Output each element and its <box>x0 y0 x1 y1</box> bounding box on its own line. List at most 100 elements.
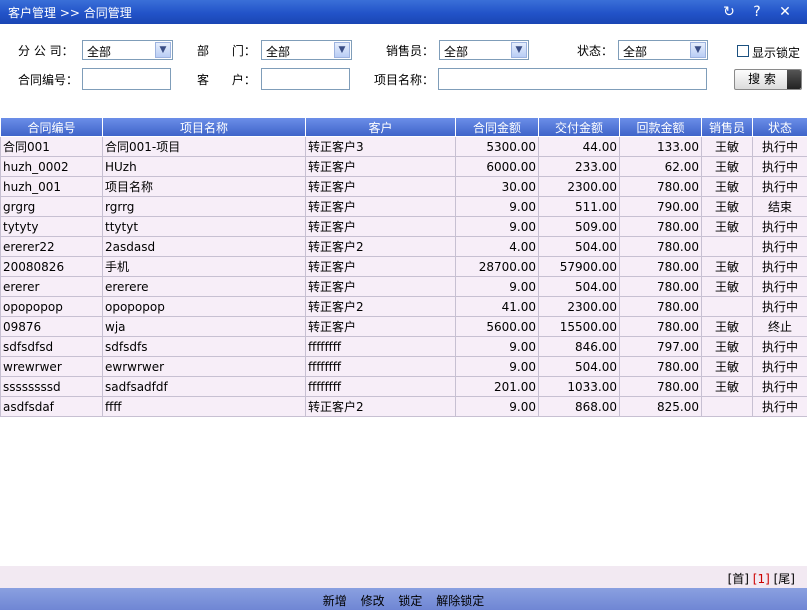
table-cell: 511.00 <box>538 196 620 217</box>
table-cell: 王敏 <box>701 276 753 297</box>
table-row[interactable]: ererer ererere 转正客户 9.00 504.00 780.00 王敏 执行中 <box>0 276 807 297</box>
table-cell: ssssssssd <box>0 376 103 397</box>
table-cell: 1033.00 <box>538 376 620 397</box>
first-page-link[interactable]: [首] <box>728 572 749 586</box>
table-cell: huzh_001 <box>0 176 103 197</box>
column-header[interactable]: 状态 <box>752 118 807 137</box>
table-row[interactable]: ererer22 2asdasd 转正客户2 4.00 504.00 780.00 执行中 <box>0 236 807 257</box>
table-cell: 5600.00 <box>455 316 539 337</box>
table-cell: ffff <box>102 396 306 417</box>
table-cell: 合同001 <box>0 136 103 157</box>
table-cell: 846.00 <box>538 336 620 357</box>
table-row[interactable]: wrewrwer ewrwrwer ffffffff 9.00 504.00 780.00… <box>0 356 807 377</box>
table-cell: 233.00 <box>538 156 620 177</box>
table-cell: 780.00 <box>619 276 702 297</box>
table-cell: 执行中 <box>752 236 807 257</box>
column-header[interactable]: 项目名称 <box>102 118 306 137</box>
dept-select[interactable]: 全部 ▼ <box>261 40 352 60</box>
column-header[interactable]: 回款金额 <box>619 118 702 137</box>
column-header[interactable]: 客户 <box>305 118 456 137</box>
project-name-input[interactable] <box>438 68 707 90</box>
table-cell: 执行中 <box>752 356 807 377</box>
status-select[interactable]: 全部 ▼ <box>618 40 708 60</box>
button-edge <box>787 70 801 89</box>
customer-input[interactable] <box>261 68 350 90</box>
table-cell: sdfsdfsd <box>0 336 103 357</box>
table-cell: 转正客户2 <box>305 236 456 257</box>
table-cell: 执行中 <box>752 176 807 197</box>
table-cell: 780.00 <box>619 296 702 317</box>
table-row[interactable]: grgrg rgrrg 转正客户 9.00 511.00 790.00 王敏 结束 <box>0 196 807 217</box>
table-row[interactable]: tytyty ttytyt 转正客户 9.00 509.00 780.00 王敏 执行中 <box>0 216 807 237</box>
lock-button[interactable]: 锁定 <box>398 594 422 608</box>
table-cell: 转正客户 <box>305 256 456 277</box>
customer-label: 客 户： <box>197 73 256 87</box>
table-row[interactable]: 20080826 手机 转正客户 28700.00 57900.00 780.00 王敏 执行… <box>0 256 807 277</box>
table-cell: 44.00 <box>538 136 620 157</box>
search-button[interactable]: 搜 索 <box>734 69 802 90</box>
table-row[interactable]: 09876 wja 转正客户 5600.00 15500.00 780.00 王敏 终止 <box>0 316 807 337</box>
column-header[interactable]: 交付金额 <box>538 118 620 137</box>
table-cell: 780.00 <box>619 236 702 257</box>
table-cell: 转正客户 <box>305 216 456 237</box>
table-cell: sdfsdfs <box>102 336 306 357</box>
table-cell: 转正客户3 <box>305 136 456 157</box>
table-cell: sadfsadfdf <box>102 376 306 397</box>
table-cell: opopopop <box>0 296 103 317</box>
table-cell: 2300.00 <box>538 296 620 317</box>
salesperson-select[interactable]: 全部 ▼ <box>439 40 529 60</box>
table-row[interactable]: ssssssssd sadfsadfdf ffffffff 201.00 1033.00… <box>0 376 807 397</box>
branch-select[interactable]: 全部 ▼ <box>82 40 173 60</box>
column-header[interactable]: 合同金额 <box>455 118 539 137</box>
table-cell: 15500.00 <box>538 316 620 337</box>
status-label: 状态： <box>577 44 614 58</box>
table-cell: 41.00 <box>455 296 539 317</box>
table-cell: 509.00 <box>538 216 620 237</box>
table-row[interactable]: 合同001 合同001-项目 转正客户3 5300.00 44.00 133.00 王敏 执行… <box>0 136 807 157</box>
table-row[interactable]: sdfsdfsd sdfsdfs ffffffff 9.00 846.00 797.00 王… <box>0 336 807 357</box>
table-cell: 780.00 <box>619 176 702 197</box>
last-page-link[interactable]: [尾] <box>774 572 795 586</box>
table-row[interactable]: huzh_0002 HUzh 转正客户 6000.00 233.00 62.00 王敏 执行中 <box>0 156 807 177</box>
contract-no-input[interactable] <box>82 68 171 90</box>
table-cell: 结束 <box>752 196 807 217</box>
table-cell: 执行中 <box>752 376 807 397</box>
table-cell: huzh_0002 <box>0 156 103 177</box>
add-button[interactable]: 新增 <box>323 594 347 608</box>
table-cell: 780.00 <box>619 356 702 377</box>
close-icon[interactable]: ✕ <box>775 2 795 22</box>
table-cell <box>701 396 753 417</box>
table-cell: 项目名称 <box>102 176 306 197</box>
table-cell: 执行中 <box>752 136 807 157</box>
column-header[interactable]: 合同编号 <box>0 118 103 137</box>
table-cell: 转正客户 <box>305 156 456 177</box>
unlock-button[interactable]: 解除锁定 <box>436 594 484 608</box>
table-cell: 王敏 <box>701 136 753 157</box>
table-cell: 62.00 <box>619 156 702 177</box>
contract-no-label: 合同编号： <box>18 73 79 87</box>
chevron-down-icon: ▼ <box>155 42 171 58</box>
table-cell: 504.00 <box>538 356 620 377</box>
column-header[interactable]: 销售员 <box>701 118 753 137</box>
table-cell: 执行中 <box>752 256 807 277</box>
help-icon[interactable]: ? <box>747 2 767 22</box>
table-cell: wja <box>102 316 306 337</box>
table-row[interactable]: asdfsdaf ffff 转正客户2 9.00 868.00 825.00 执行中 <box>0 396 807 417</box>
table-cell: 2asdasd <box>102 236 306 257</box>
table-row[interactable]: opopopop opopopop 转正客户2 41.00 2300.00 780.00 执… <box>0 296 807 317</box>
table-cell: tytyty <box>0 216 103 237</box>
table-cell: 王敏 <box>701 376 753 397</box>
table-cell: ererer22 <box>0 236 103 257</box>
table-row[interactable]: huzh_001 项目名称 转正客户 30.00 2300.00 780.00 王敏 执行中 <box>0 176 807 197</box>
edit-button[interactable]: 修改 <box>361 594 385 608</box>
table-cell: 4.00 <box>455 236 539 257</box>
table-cell: 57900.00 <box>538 256 620 277</box>
table-cell: 28700.00 <box>455 256 539 277</box>
refresh-icon[interactable]: ↻ <box>719 2 739 22</box>
action-bar: 新增 修改 锁定 解除锁定 <box>0 588 807 610</box>
table-cell: 执行中 <box>752 336 807 357</box>
table-cell: 王敏 <box>701 256 753 277</box>
chevron-down-icon: ▼ <box>690 42 706 58</box>
table-cell: 转正客户2 <box>305 296 456 317</box>
show-locked-checkbox[interactable] <box>737 45 749 57</box>
